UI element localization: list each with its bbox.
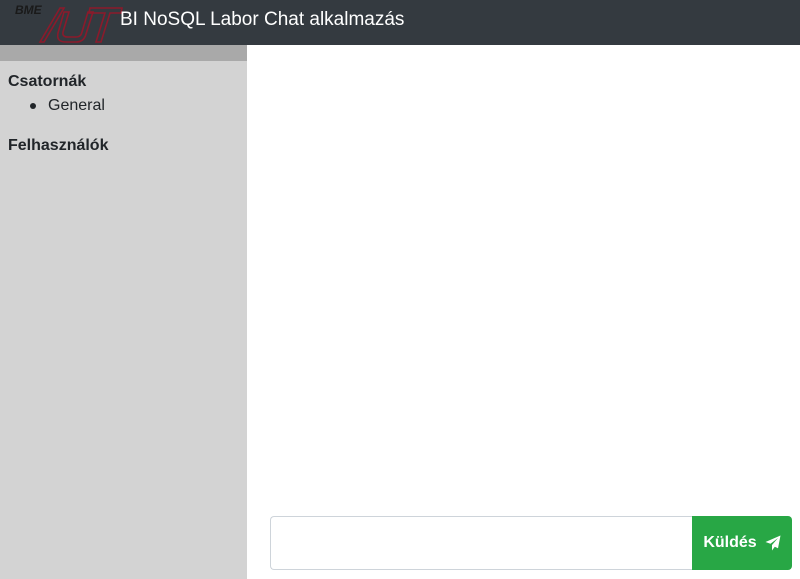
users-heading: Felhasználók <box>8 137 109 154</box>
send-button[interactable]: Küldés <box>692 516 792 570</box>
send-label: Küldés <box>703 534 757 551</box>
navbar: BME BI NoSQL Labor Chat alkalmazás <box>0 0 800 45</box>
message-input[interactable] <box>270 516 692 570</box>
paper-plane-icon <box>765 535 781 551</box>
sidebar: Csatornák General Felhasználók <box>0 45 247 579</box>
sidebar-header-strip <box>0 45 247 61</box>
message-composer: Küldés <box>270 516 792 570</box>
bme-aut-logo[interactable]: BME <box>8 2 123 44</box>
channels-heading: Csatornák <box>8 73 87 90</box>
message-area <box>247 45 800 579</box>
channel-item-general[interactable]: General <box>30 97 105 115</box>
channel-label[interactable]: General <box>48 97 105 115</box>
list-bullet <box>30 103 36 109</box>
channel-list: General <box>30 97 105 115</box>
app-title: BI NoSQL Labor Chat alkalmazás <box>120 9 405 30</box>
aut-logo-icon <box>38 7 123 43</box>
